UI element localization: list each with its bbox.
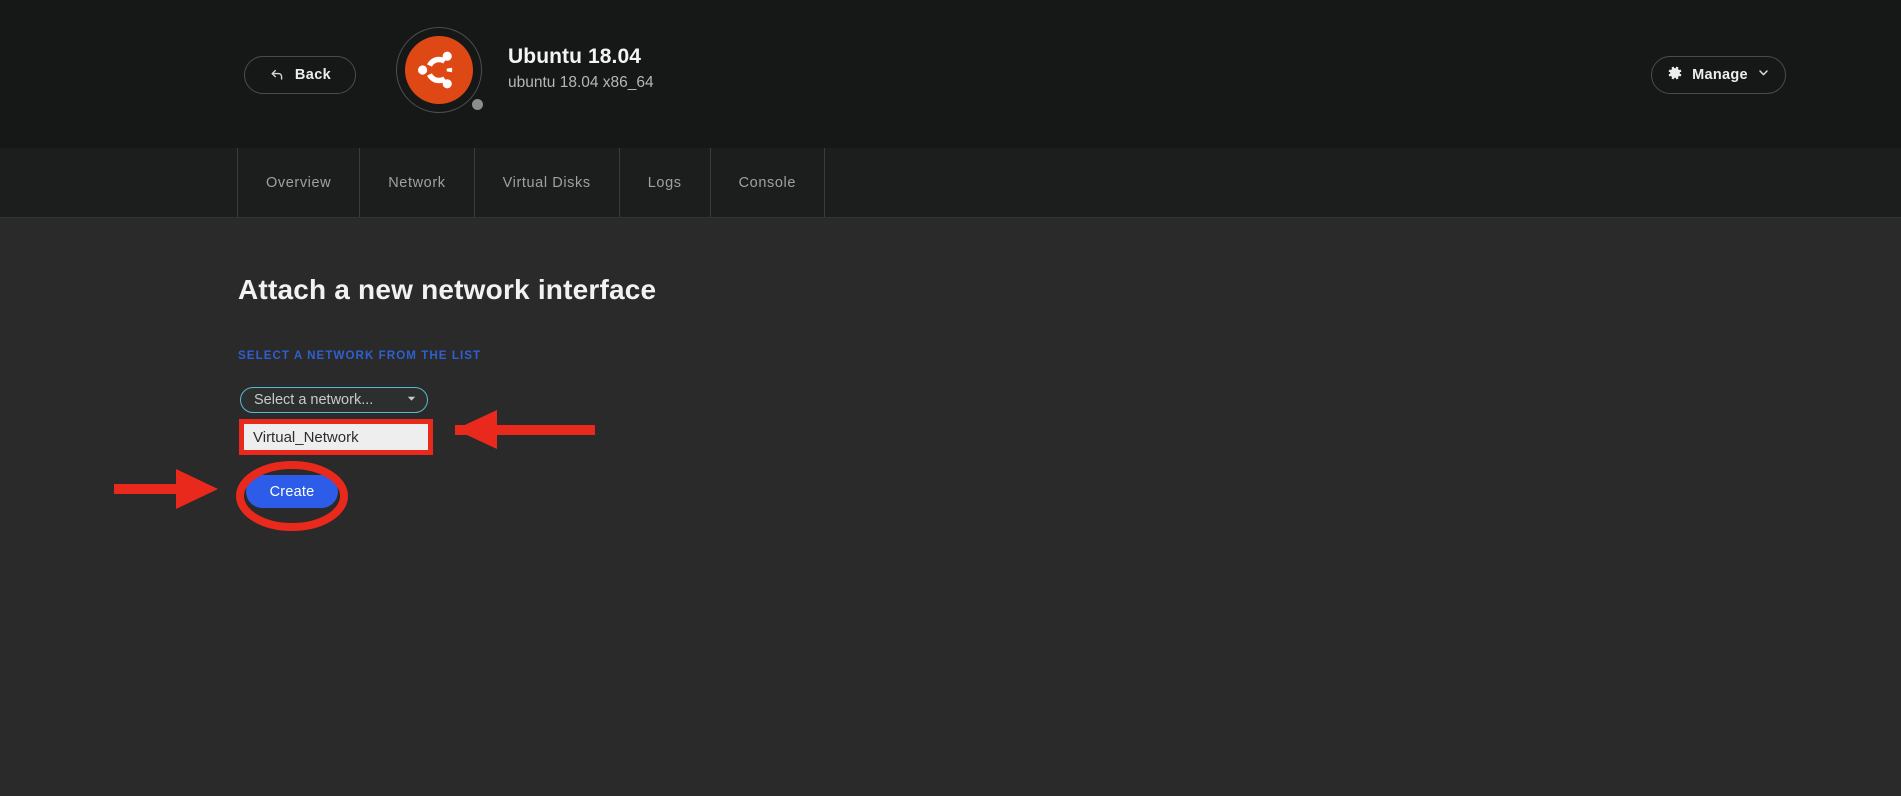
manage-button-label: Manage (1692, 67, 1748, 83)
tab-virtual-disks[interactable]: Virtual Disks (475, 148, 620, 217)
tab-overview[interactable]: Overview (238, 148, 361, 217)
tab-logs[interactable]: Logs (620, 148, 711, 217)
logo-status-dot (472, 99, 483, 110)
tab-label: Network (388, 174, 446, 191)
caret-down-icon (406, 391, 417, 409)
tab-label: Overview (266, 174, 332, 191)
tab-label: Console (738, 174, 796, 191)
back-button-label: Back (294, 67, 332, 83)
os-subtitle: ubuntu 18.04 x86_64 (508, 74, 654, 91)
network-select-label: SELECT A NETWORK FROM THE LIST (238, 349, 482, 362)
create-button[interactable]: Create (246, 475, 338, 508)
tab-label: Virtual Disks (502, 174, 591, 191)
tab-console[interactable]: Console (711, 148, 825, 217)
ubuntu-logo-icon (396, 27, 483, 113)
gear-icon (1667, 65, 1683, 86)
tab-label: Logs (647, 174, 682, 191)
dropdown-option-label: Virtual_Network (253, 428, 359, 446)
network-select-value: Select a network... (254, 392, 374, 408)
app-root: Back Ubuntu 18.04 ubuntu 18.04 x86_64 Ma… (0, 0, 1901, 796)
form-heading: Attach a new network interface (238, 274, 657, 305)
main-content: Attach a new network interface SELECT A … (0, 219, 1901, 796)
back-button[interactable]: Back (244, 56, 356, 94)
page-title: Ubuntu 18.04 (508, 45, 642, 68)
chevron-down-icon (1757, 66, 1770, 84)
dropdown-option-virtual-network[interactable]: Virtual_Network (239, 419, 433, 455)
page-header: Back Ubuntu 18.04 ubuntu 18.04 x86_64 Ma… (0, 0, 1901, 148)
network-select[interactable]: Select a network... (240, 387, 428, 413)
os-title-block: Ubuntu 18.04 ubuntu 18.04 x86_64 (508, 44, 654, 95)
tab-bar-leading-spacer (0, 148, 238, 217)
tab-network[interactable]: Network (360, 148, 475, 217)
back-arrow-icon (269, 67, 285, 83)
tab-bar: Overview Network Virtual Disks Logs Cons… (0, 148, 1901, 218)
logo-disc (405, 36, 473, 104)
manage-button[interactable]: Manage (1651, 56, 1786, 94)
